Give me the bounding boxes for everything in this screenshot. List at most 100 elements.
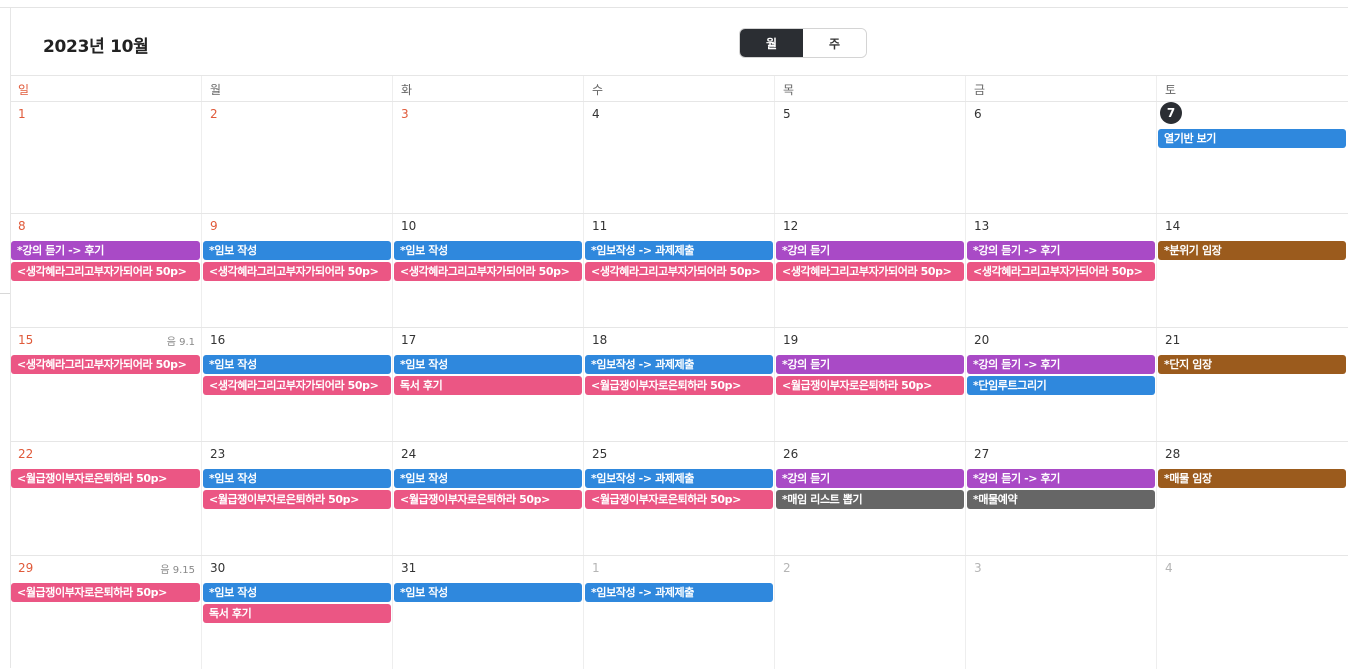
calendar-event[interactable]: *강의 듣기 <box>776 241 964 260</box>
calendar-event[interactable]: *매물예약 <box>967 490 1155 509</box>
calendar-event[interactable]: *임보 작성 <box>394 469 582 488</box>
day-cell-sat[interactable]: 4 <box>1156 556 1347 669</box>
calendar-event[interactable]: <월급쟁이부자로은퇴하라 50p> <box>11 583 200 602</box>
calendar-event[interactable]: *매물 임장 <box>1158 469 1346 488</box>
calendar-event[interactable]: <월급쟁이부자로은퇴하라 50p> <box>203 490 391 509</box>
event-list: <생각혜라그리고부자가되어라 50p> <box>10 355 201 376</box>
calendar-event[interactable]: *강의 듣기 -> 후기 <box>967 469 1155 488</box>
event-list: *매물 임장 <box>1157 469 1347 490</box>
day-cell-tue[interactable]: 31 *임보 작성 <box>392 556 583 669</box>
event-list: *임보작성 -> 과제제출 <box>584 583 774 604</box>
calendar-event[interactable]: <월급쟁이부자로은퇴하라 50p> <box>585 490 773 509</box>
day-number: 1 <box>18 107 26 121</box>
day-cell-sun[interactable]: 1 <box>10 102 201 213</box>
day-number: 4 <box>592 107 600 121</box>
event-list: *강의 듣기 <생각혜라그리고부자가되어라 50p> <box>775 241 965 283</box>
day-number: 23 <box>210 447 226 461</box>
calendar-event[interactable]: <월급쟁이부자로은퇴하라 50p> <box>776 376 964 395</box>
calendar-event[interactable]: <생각혜라그리고부자가되어라 50p> <box>203 376 391 395</box>
day-cell-tue[interactable]: 10 *임보 작성 <생각혜라그리고부자가되어라 50p> <box>392 214 583 327</box>
day-cell-fri[interactable]: 3 <box>965 556 1156 669</box>
calendar-event[interactable]: *임보 작성 <box>203 355 391 374</box>
calendar-event[interactable]: *강의 듣기 <box>776 469 964 488</box>
calendar-event[interactable]: *임보 작성 <box>203 583 391 602</box>
calendar-event[interactable]: 독서 후기 <box>394 376 582 395</box>
calendar-event[interactable]: *분위기 임장 <box>1158 241 1346 260</box>
calendar-event[interactable]: 열기반 보기 <box>1158 129 1346 148</box>
day-cell-sat[interactable]: 21 *단지 임장 <box>1156 328 1347 441</box>
calendar-event[interactable]: <생각혜라그리고부자가되어라 50p> <box>585 262 773 281</box>
month-view-button[interactable]: 월 <box>740 29 803 57</box>
calendar-event[interactable]: *임보작성 -> 과제제출 <box>585 355 773 374</box>
day-number: 10 <box>401 219 417 233</box>
weekday-tue: 화 <box>392 76 583 101</box>
calendar-event[interactable]: <생각혜라그리고부자가되어라 50p> <box>394 262 582 281</box>
calendar-event[interactable]: *임보작성 -> 과제제출 <box>585 241 773 260</box>
day-cell-mon[interactable]: 23 *임보 작성 <월급쟁이부자로은퇴하라 50p> <box>201 442 392 555</box>
day-cell-sun[interactable]: 8 *강의 듣기 -> 후기 <생각혜라그리고부자가되어라 50p> <box>10 214 201 327</box>
day-cell-sat[interactable]: 28 *매물 임장 <box>1156 442 1347 555</box>
week-view-button[interactable]: 주 <box>803 29 866 57</box>
day-cell-thu[interactable]: 12 *강의 듣기 <생각혜라그리고부자가되어라 50p> <box>774 214 965 327</box>
day-cell-mon[interactable]: 2 <box>201 102 392 213</box>
calendar-event[interactable]: <월급쟁이부자로은퇴하라 50p> <box>585 376 773 395</box>
calendar-event[interactable]: *단임루트그리기 <box>967 376 1155 395</box>
calendar-event[interactable]: 독서 후기 <box>203 604 391 623</box>
calendar-event[interactable]: *임보 작성 <box>394 583 582 602</box>
day-cell-sun[interactable]: 29 음 9.15 <월급쟁이부자로은퇴하라 50p> <box>10 556 201 669</box>
day-cell-thu[interactable]: 26 *강의 듣기 *매임 리스트 뽑기 <box>774 442 965 555</box>
day-cell-sun[interactable]: 22 <월급쟁이부자로은퇴하라 50p> <box>10 442 201 555</box>
calendar-event[interactable]: <생각혜라그리고부자가되어라 50p> <box>11 262 200 281</box>
day-cell-sat[interactable]: 7 열기반 보기 <box>1156 102 1347 213</box>
day-number: 4 <box>1165 561 1173 575</box>
day-cell-wed[interactable]: 11 *임보작성 -> 과제제출 <생각혜라그리고부자가되어라 50p> <box>583 214 774 327</box>
calendar-event[interactable]: *임보 작성 <box>394 241 582 260</box>
day-cell-wed[interactable]: 25 *임보작성 -> 과제제출 <월급쟁이부자로은퇴하라 50p> <box>583 442 774 555</box>
calendar-event[interactable]: *임보 작성 <box>203 241 391 260</box>
calendar-event[interactable]: <월급쟁이부자로은퇴하라 50p> <box>394 490 582 509</box>
calendar-event[interactable]: *매임 리스트 뽑기 <box>776 490 964 509</box>
calendar-event[interactable]: <생각혜라그리고부자가되어라 50p> <box>967 262 1155 281</box>
calendar-event[interactable]: *임보작성 -> 과제제출 <box>585 583 773 602</box>
calendar-event[interactable]: <생각혜라그리고부자가되어라 50p> <box>776 262 964 281</box>
calendar-event[interactable]: <생각혜라그리고부자가되어라 50p> <box>11 355 200 374</box>
calendar-event[interactable]: *임보작성 -> 과제제출 <box>585 469 773 488</box>
day-cell-sun[interactable]: 15 음 9.1 <생각혜라그리고부자가되어라 50p> <box>10 328 201 441</box>
day-cell-thu[interactable]: 5 <box>774 102 965 213</box>
event-list: *임보작성 -> 과제제출 <생각혜라그리고부자가되어라 50p> <box>584 241 774 283</box>
day-cell-wed[interactable]: 18 *임보작성 -> 과제제출 <월급쟁이부자로은퇴하라 50p> <box>583 328 774 441</box>
day-cell-wed[interactable]: 4 <box>583 102 774 213</box>
calendar-event[interactable]: *강의 듣기 -> 후기 <box>967 241 1155 260</box>
day-cell-thu[interactable]: 2 <box>774 556 965 669</box>
day-cell-wed[interactable]: 1 *임보작성 -> 과제제출 <box>583 556 774 669</box>
calendar-event[interactable]: *임보 작성 <box>394 355 582 374</box>
day-cell-fri[interactable]: 20 *강의 듣기 -> 후기 *단임루트그리기 <box>965 328 1156 441</box>
calendar-event[interactable]: <월급쟁이부자로은퇴하라 50p> <box>11 469 200 488</box>
calendar-event[interactable]: *강의 듣기 -> 후기 <box>11 241 200 260</box>
calendar-event[interactable]: *임보 작성 <box>203 469 391 488</box>
day-number: 26 <box>783 447 799 461</box>
day-cell-fri[interactable]: 27 *강의 듣기 -> 후기 *매물예약 <box>965 442 1156 555</box>
event-list: *강의 듣기 *매임 리스트 뽑기 <box>775 469 965 511</box>
day-cell-mon[interactable]: 9 *임보 작성 <생각혜라그리고부자가되어라 50p> <box>201 214 392 327</box>
calendar-event[interactable]: *단지 임장 <box>1158 355 1346 374</box>
day-cell-tue[interactable]: 3 <box>392 102 583 213</box>
day-cell-mon[interactable]: 16 *임보 작성 <생각혜라그리고부자가되어라 50p> <box>201 328 392 441</box>
day-number: 8 <box>18 219 26 233</box>
event-list: *강의 듣기 -> 후기 <생각혜라그리고부자가되어라 50p> <box>10 241 201 283</box>
left-notch <box>0 293 10 294</box>
calendar-event[interactable]: *강의 듣기 -> 후기 <box>967 355 1155 374</box>
calendar-event[interactable]: <생각혜라그리고부자가되어라 50p> <box>203 262 391 281</box>
day-cell-sat[interactable]: 14 *분위기 임장 <box>1156 214 1347 327</box>
event-list: *임보 작성 <월급쟁이부자로은퇴하라 50p> <box>202 469 392 511</box>
day-number: 16 <box>210 333 226 347</box>
calendar-event[interactable]: *강의 듣기 <box>776 355 964 374</box>
day-cell-tue[interactable]: 24 *임보 작성 <월급쟁이부자로은퇴하라 50p> <box>392 442 583 555</box>
day-cell-fri[interactable]: 6 <box>965 102 1156 213</box>
day-cell-thu[interactable]: 19 *강의 듣기 <월급쟁이부자로은퇴하라 50p> <box>774 328 965 441</box>
day-number: 22 <box>18 447 34 461</box>
day-cell-tue[interactable]: 17 *임보 작성 독서 후기 <box>392 328 583 441</box>
day-cell-mon[interactable]: 30 *임보 작성 독서 후기 <box>201 556 392 669</box>
day-number: 12 <box>783 219 799 233</box>
day-cell-fri[interactable]: 13 *강의 듣기 -> 후기 <생각혜라그리고부자가되어라 50p> <box>965 214 1156 327</box>
